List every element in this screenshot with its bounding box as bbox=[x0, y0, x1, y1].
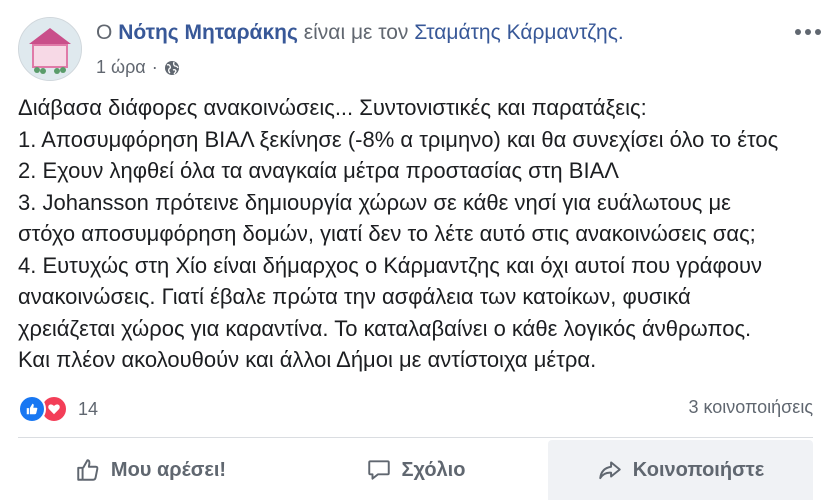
post-body-line: 4. Ευτυχώς στη Χίο είναι δήμαρχος ο Κάρμ… bbox=[18, 252, 763, 278]
more-dot bbox=[805, 29, 811, 35]
post-body-line: 3. Johansson πρότεινε δημιουργία χώρων σ… bbox=[18, 189, 731, 215]
comment-button-label: Σχόλιο bbox=[401, 458, 466, 481]
like-button[interactable]: Μου αρέσει! bbox=[18, 440, 283, 500]
share-button[interactable]: Κοινοποιήστε bbox=[548, 440, 813, 500]
post-body-line: στόχο αποσυμφόρηση δομών, γιατί δεν το λ… bbox=[18, 221, 756, 246]
post-body-line: 1. Αποσυμφόρηση ΒΙΑΛ ξεκίνησε (-8% α τρι… bbox=[18, 126, 779, 152]
tagged-person-link[interactable]: Σταμάτης Κάρμαντζης. bbox=[414, 21, 623, 44]
comment-button[interactable]: Σχόλιο bbox=[283, 440, 548, 500]
author-name-link[interactable]: Νότης Μηταράκης bbox=[118, 21, 298, 44]
post-body-line: 2. Εχουν ληφθεί όλα τα αναγκαία μέτρα πρ… bbox=[18, 158, 619, 183]
reaction-count: 14 bbox=[78, 398, 99, 419]
post-meta: 1 ώρα · bbox=[96, 57, 180, 78]
post-timestamp-link[interactable]: 1 ώρα bbox=[96, 57, 146, 78]
more-dot bbox=[795, 29, 801, 35]
more-options-icon[interactable] bbox=[795, 22, 821, 42]
thumbs-up-icon bbox=[77, 459, 99, 481]
header-with-text: είναι με τον bbox=[303, 21, 409, 44]
comment-icon bbox=[367, 460, 390, 480]
globe-icon[interactable] bbox=[164, 60, 180, 76]
meta-separator: · bbox=[151, 57, 158, 77]
post-header: Ο Νότης Μηταράκης είναι με τον Σταμάτης … bbox=[96, 21, 624, 45]
post-actions: Μου αρέσει! Σχόλιο Κοινοποιήστε bbox=[18, 440, 813, 500]
avatar[interactable] bbox=[18, 17, 82, 81]
post-body: Διάβασα διάφορες ανακοινώσεις... Συντονι… bbox=[18, 92, 818, 376]
share-arrow-icon bbox=[599, 461, 621, 480]
like-icon bbox=[18, 395, 46, 423]
share-button-label: Κοινοποιήστε bbox=[632, 458, 765, 481]
post-body-line: ανακοινώσεις. Γιατί έβαλε πρώτα την ασφά… bbox=[18, 284, 691, 309]
post-body-line: χρειάζεται χώρος για καραντίνα. Το καταλ… bbox=[18, 315, 752, 341]
avatar-image bbox=[19, 18, 81, 80]
post-body-line: Διάβασα διάφορες ανακοινώσεις... Συντονι… bbox=[18, 95, 647, 120]
divider bbox=[18, 437, 813, 438]
facebook-post: Ο Νότης Μηταράκης είναι με τον Σταμάτης … bbox=[0, 0, 831, 500]
like-button-label: Μου αρέσει! bbox=[110, 458, 227, 481]
post-body-line: Και πλέον ακολουθούν και άλλοι Δήμοι με … bbox=[18, 347, 597, 372]
share-count-link[interactable]: 3 κοινοποιήσεις bbox=[688, 397, 813, 418]
more-dot bbox=[815, 29, 821, 35]
header-prefix: Ο bbox=[96, 21, 113, 44]
reactions-summary[interactable]: 14 bbox=[18, 395, 98, 423]
